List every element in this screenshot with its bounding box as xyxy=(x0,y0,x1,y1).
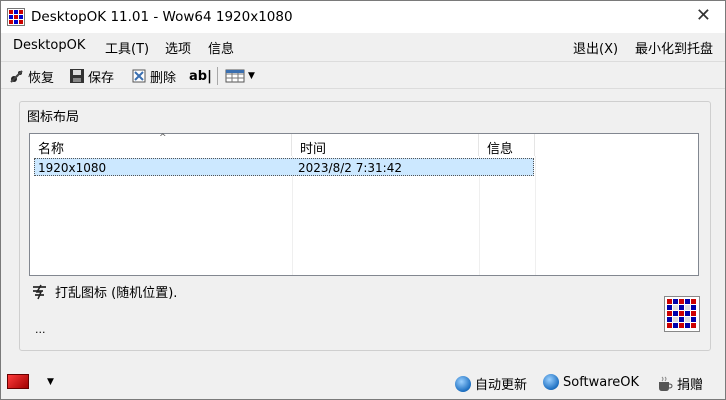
save-label: 保存 xyxy=(88,70,115,86)
donate-button[interactable]: 捐赠 xyxy=(657,374,703,393)
save-icon xyxy=(69,68,85,84)
status-bar: ▼ 自动更新 SoftwareOK 捐赠 xyxy=(1,369,725,399)
red-swatch-icon xyxy=(7,374,29,389)
view-dropdown-button[interactable]: ▼ xyxy=(225,66,255,86)
rename-button[interactable]: ab| xyxy=(189,66,212,86)
column-header-name-label: 名称 xyxy=(38,142,65,157)
column-header-info-label: 信息 xyxy=(487,142,514,157)
table-row[interactable]: 1920x1080 2023/8/2 7:31:42 xyxy=(34,158,534,176)
menu-options[interactable]: 选项 xyxy=(165,38,191,57)
row-time: 2023/8/2 7:31:42 xyxy=(298,161,402,175)
coffee-cup-icon xyxy=(657,376,673,392)
menu-exit[interactable]: 退出(X) xyxy=(573,38,618,57)
group-label: 图标布局 xyxy=(25,106,82,125)
menu-desktopok[interactable]: DesktopOK xyxy=(13,38,85,53)
restore-button[interactable]: 恢复 xyxy=(9,66,54,86)
save-button[interactable]: 保存 xyxy=(69,66,114,86)
auto-update-label: 自动更新 xyxy=(475,378,528,393)
status-dots: ... xyxy=(35,323,46,336)
column-header-time-label: 时间 xyxy=(300,142,327,157)
menu-tools[interactable]: 工具(T) xyxy=(105,38,149,57)
grid-view-icon xyxy=(225,68,245,84)
layout-list[interactable]: 名称 ^ 时间 信息 1920x1080 2023/8/2 7:31:42 xyxy=(29,133,699,276)
menu-minimize-to-tray[interactable]: 最小化到托盘 xyxy=(635,38,713,57)
shuffle-label: 打乱图标 (随机位置). xyxy=(55,286,178,301)
globe-icon xyxy=(455,375,471,392)
rename-label: ab| xyxy=(189,68,212,84)
column-header-name[interactable]: 名称 ^ xyxy=(30,133,292,157)
lightning-icon xyxy=(31,284,49,300)
column-header-time[interactable]: 时间 xyxy=(292,134,479,157)
delete-icon xyxy=(131,68,147,84)
menu-bar: DesktopOK 工具(T) 选项 信息 退出(X) 最小化到托盘 xyxy=(1,35,725,57)
shuffle-icons-link[interactable]: 打乱图标 (随机位置). xyxy=(31,282,177,301)
chevron-down-icon: ▼ xyxy=(47,376,54,387)
menu-info[interactable]: 信息 xyxy=(208,38,234,57)
softwareok-link[interactable]: SoftwareOK xyxy=(543,374,639,390)
window-title: DesktopOK 11.01 - Wow64 1920x1080 xyxy=(31,9,293,25)
app-window: DesktopOK 11.01 - Wow64 1920x1080 ✕ Desk… xyxy=(0,0,726,400)
auto-update-button[interactable]: 自动更新 xyxy=(455,374,527,393)
desktopok-logo-icon xyxy=(664,296,700,332)
restore-label: 恢复 xyxy=(28,70,55,86)
row-name: 1920x1080 xyxy=(38,161,107,175)
restore-icon xyxy=(9,68,25,84)
softwareok-label: SoftwareOK xyxy=(563,374,640,390)
delete-button[interactable]: 删除 xyxy=(131,66,176,86)
toolbar: 恢复 保存 删除 ab| ▼ xyxy=(1,61,725,89)
globe-icon xyxy=(543,374,559,390)
donate-label: 捐赠 xyxy=(677,378,704,393)
toolbar-separator xyxy=(217,67,218,85)
column-header-info[interactable]: 信息 xyxy=(479,134,535,157)
chevron-down-icon: ▼ xyxy=(248,71,255,81)
close-icon[interactable]: ✕ xyxy=(696,6,711,26)
desktopok-app-icon xyxy=(7,8,25,26)
color-menu-button[interactable]: ▼ xyxy=(7,374,54,389)
column-divider xyxy=(535,156,536,275)
title-bar: DesktopOK 11.01 - Wow64 1920x1080 ✕ xyxy=(1,1,725,33)
delete-label: 删除 xyxy=(150,70,177,86)
sort-ascending-icon: ^ xyxy=(159,133,167,143)
